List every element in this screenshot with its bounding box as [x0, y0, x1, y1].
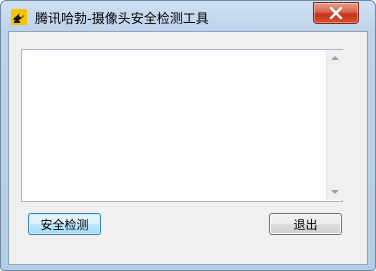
scroll-up-arrow-icon[interactable] — [331, 56, 339, 60]
close-icon — [329, 7, 343, 19]
scroll-down-arrow-icon[interactable] — [331, 190, 339, 194]
title-bar[interactable]: 腾讯哈勃-摄像头安全检测工具 — [1, 1, 375, 31]
output-textarea[interactable] — [21, 49, 343, 202]
window-title: 腾讯哈勃-摄像头安全检测工具 — [35, 12, 209, 27]
exit-button[interactable]: 退出 — [269, 213, 342, 235]
vertical-scrollbar[interactable] — [326, 50, 343, 200]
security-check-button[interactable]: 安全检测 — [28, 213, 101, 235]
close-button[interactable] — [313, 2, 359, 24]
camera-tool-icon — [11, 9, 27, 25]
